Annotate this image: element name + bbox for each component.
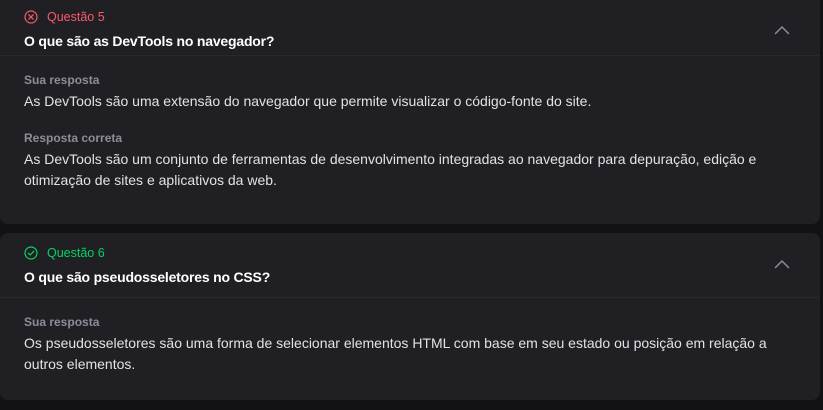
chevron-up-icon[interactable] — [774, 259, 790, 269]
correct-answer-text: As DevTools são um conjunto de ferrament… — [24, 151, 757, 188]
question-status: Questão 6 — [24, 246, 105, 260]
correct-answer-label: Resposta correta — [24, 131, 123, 145]
question-card-5: Questão 5 O que são as DevTools no naveg… — [0, 0, 820, 224]
your-answer-label: Sua resposta — [24, 73, 100, 87]
x-circle-icon — [24, 10, 38, 24]
question-header[interactable]: Questão 6 O que são pseudosseletores no … — [0, 233, 820, 298]
question-title: O que são as DevTools no navegador? — [24, 33, 275, 49]
question-body: Sua resposta As DevTools são uma extensã… — [0, 56, 820, 191]
question-number: Questão 6 — [47, 246, 105, 260]
question-number: Questão 5 — [47, 10, 105, 24]
question-body: Sua resposta Os pseudosseletores são uma… — [0, 298, 820, 375]
check-circle-icon — [24, 246, 38, 260]
question-card-6: Questão 6 O que são pseudosseletores no … — [0, 233, 820, 400]
your-answer-label: Sua resposta — [24, 315, 100, 329]
your-answer-text: Os pseudosseletores são uma forma de sel… — [24, 335, 767, 372]
quiz-results: Questão 5 O que são as DevTools no naveg… — [0, 0, 823, 410]
question-title: O que são pseudosseletores no CSS? — [24, 269, 271, 285]
question-status: Questão 5 — [24, 10, 105, 24]
your-answer-text: As DevTools são uma extensão do navegado… — [24, 93, 592, 109]
question-header[interactable]: Questão 5 O que são as DevTools no naveg… — [0, 0, 820, 56]
chevron-up-icon[interactable] — [774, 25, 790, 35]
